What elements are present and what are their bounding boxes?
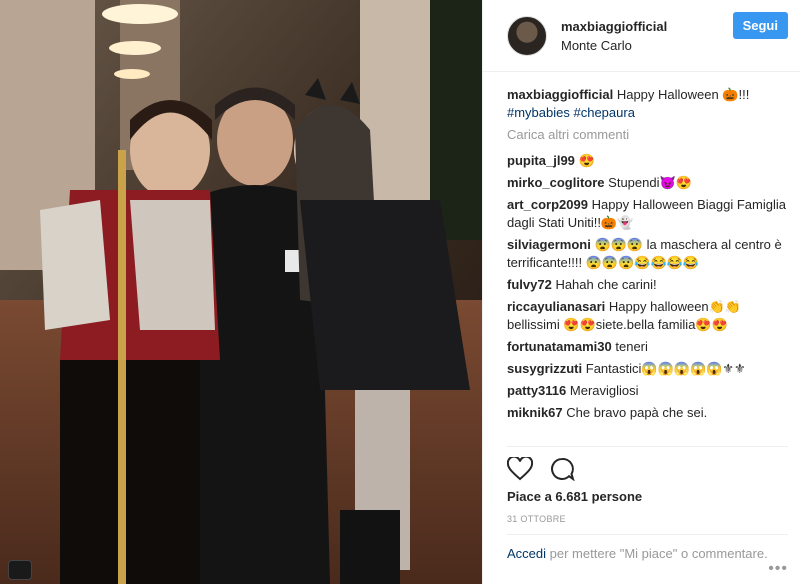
comment-username[interactable]: riccayulianasari (507, 299, 605, 314)
comment-username[interactable]: art_corp2099 (507, 197, 588, 212)
comment-username[interactable]: pupita_jl99 (507, 153, 575, 168)
comment-item: mirko_coglitore Stupendi😈😍 (507, 174, 788, 192)
heart-icon[interactable] (506, 455, 534, 484)
comment-username[interactable]: mirko_coglitore (507, 175, 605, 190)
header-text: maxbiaggiofficial Monte Carlo (561, 19, 733, 53)
comment-username[interactable]: miknik67 (507, 405, 563, 420)
likes-count[interactable]: Piace a 6.681 persone (507, 489, 788, 504)
comment-username[interactable]: silviagermoni (507, 237, 591, 252)
comment-item: susygrizzuti Fantastici😱😱😱😱😱⚜⚜ (507, 360, 788, 378)
header-username[interactable]: maxbiaggiofficial (561, 19, 733, 34)
header-location[interactable]: Monte Carlo (561, 38, 733, 53)
login-prompt: Accedi per mettere "Mi piace" o commenta… (507, 534, 788, 563)
comment-text: teneri (615, 339, 648, 354)
comment-username[interactable]: patty3116 (507, 383, 566, 398)
user-tag-icon[interactable] (8, 560, 32, 580)
caption-hashtags[interactable]: #mybabies #chepaura (507, 105, 635, 120)
comment-item: art_corp2099 Happy Halloween Biaggi Fami… (507, 196, 788, 232)
more-options-icon[interactable]: ••• (768, 560, 788, 578)
comment-icon[interactable] (549, 457, 575, 484)
comments-list: maxbiaggiofficial Happy Halloween 🎃!!! #… (507, 86, 788, 438)
comment-item: fulvy72 Hahah che carini! (507, 276, 788, 294)
comment-item: patty3116 Meravigliosi (507, 382, 788, 400)
login-prompt-text: per mettere "Mi piace" o commentare. (549, 546, 768, 561)
post-actions: Piace a 6.681 persone 31 OTTOBRE (506, 446, 788, 524)
load-more-comments[interactable]: Carica altri commenti (507, 126, 788, 144)
avatar[interactable] (507, 15, 547, 56)
comment-text: Fantastici😱😱😱😱😱⚜⚜ (585, 361, 746, 376)
post-header: maxbiaggiofficial Monte Carlo Segui (483, 0, 800, 72)
post-container: maxbiaggiofficial Monte Carlo Segui maxb… (0, 0, 800, 584)
comment-item: silviagermoni 😨😨😨 la maschera al centro … (507, 236, 788, 272)
comment-text: Stupendi😈😍 (608, 175, 692, 190)
caption: maxbiaggiofficial Happy Halloween 🎃!!! #… (507, 86, 788, 122)
follow-button[interactable]: Segui (732, 12, 788, 39)
comment-text: Hahah che carini! (555, 277, 657, 292)
login-link[interactable]: Accedi (507, 546, 546, 561)
comment-username[interactable]: susygrizzuti (507, 361, 582, 376)
comment-item: pupita_jl99 😍 (507, 152, 788, 170)
post-date: 31 OTTOBRE (507, 514, 566, 524)
comment-item: miknik67 Che bravo papà che sei. (507, 404, 788, 422)
caption-username[interactable]: maxbiaggiofficial (507, 87, 613, 102)
comment-item: riccayulianasari Happy halloween👏👏 belli… (507, 298, 788, 334)
comment-username[interactable]: fulvy72 (507, 277, 552, 292)
comment-text: 😍 (578, 153, 595, 168)
comment-text: Che bravo papà che sei. (566, 405, 708, 420)
comment-text: Meravigliosi (569, 383, 639, 398)
post-photo[interactable] (0, 0, 482, 584)
caption-text: Happy Halloween 🎃!!! (616, 87, 750, 102)
action-icons (506, 453, 788, 487)
comment-item: fortunatamami30 teneri (507, 338, 788, 356)
comment-username[interactable]: fortunatamami30 (507, 339, 612, 354)
post-sidebar: maxbiaggiofficial Monte Carlo Segui maxb… (482, 0, 800, 584)
photo-illustration (0, 0, 482, 584)
